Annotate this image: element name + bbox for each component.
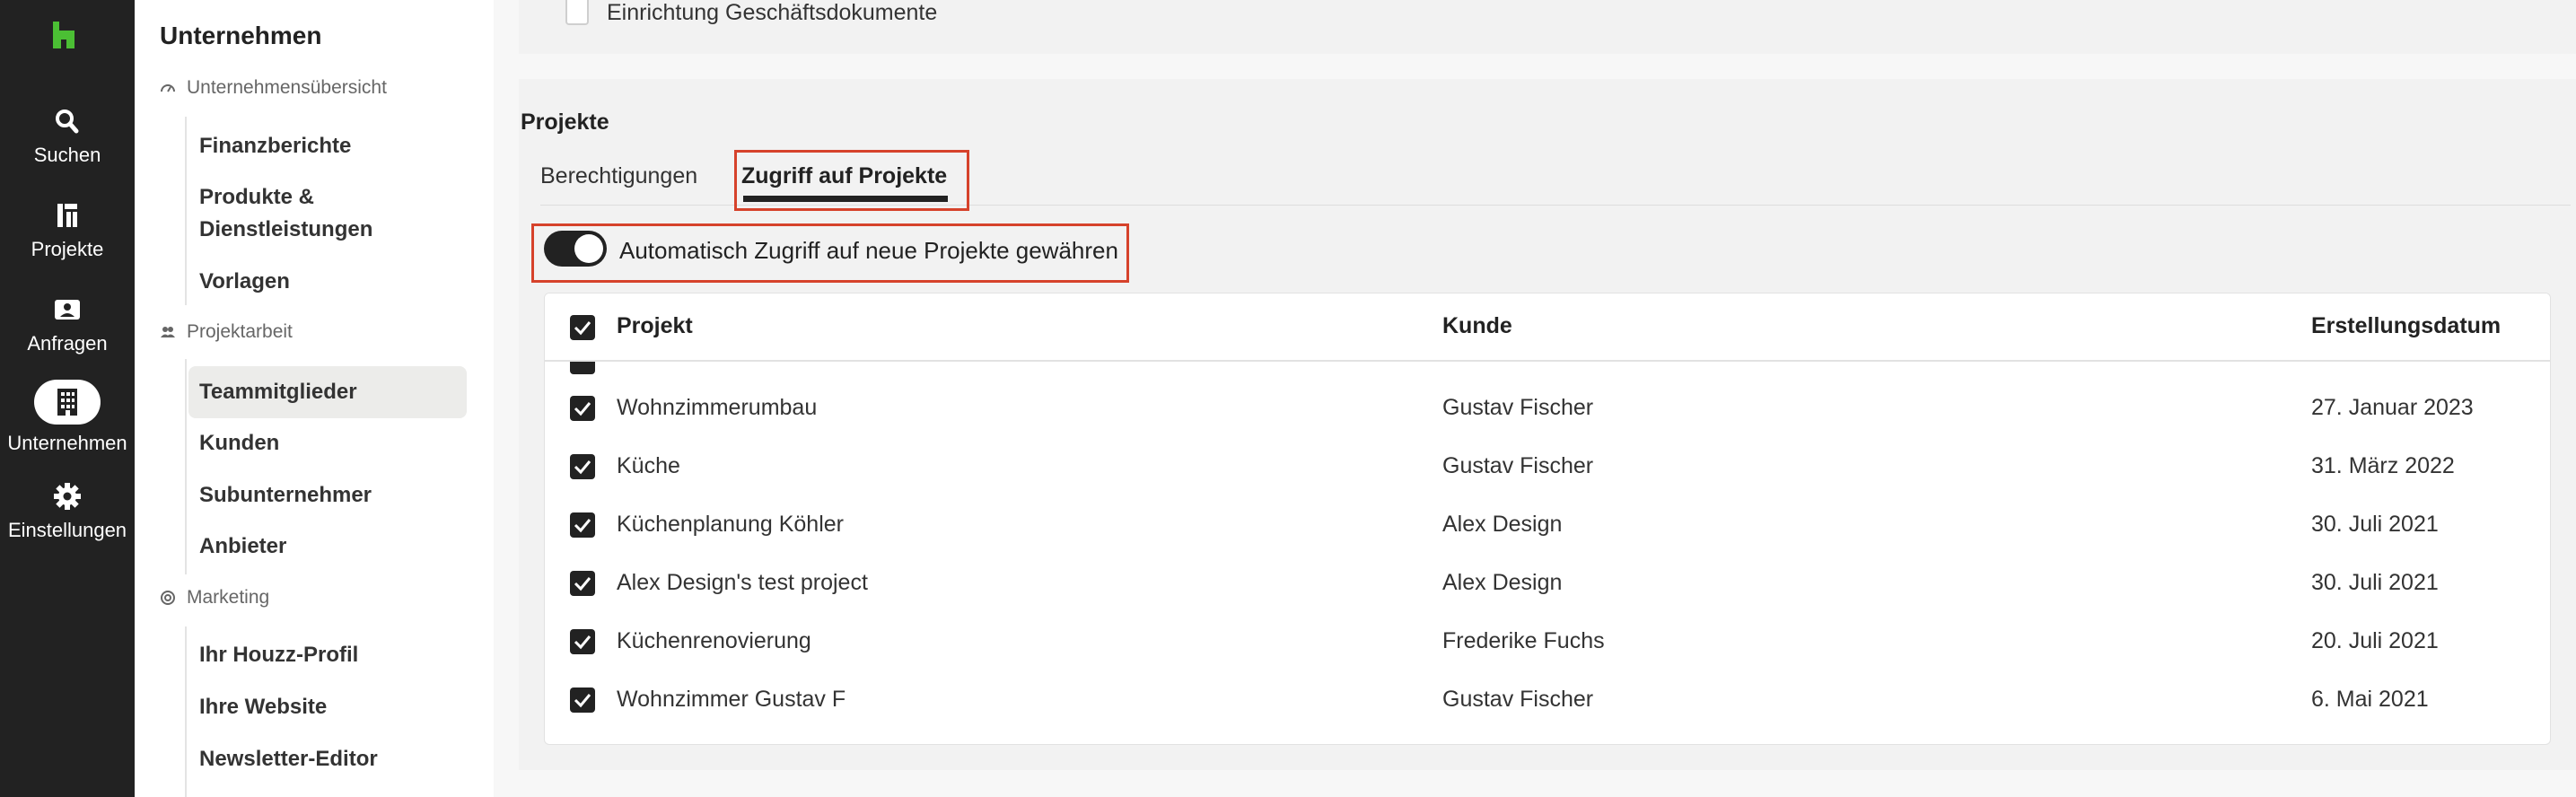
nav-item-team-members[interactable]: Teammitglieder	[188, 366, 467, 418]
rail-item-settings[interactable]: Einstellungen	[0, 481, 135, 542]
rail-label-projects: Projekte	[31, 238, 104, 260]
main-content: Einrichtung Geschäftsdokumente Projekte …	[494, 0, 2576, 797]
cell-project: Wohnzimmer Gustav F	[617, 687, 846, 712]
nav-item-newsletter[interactable]: Newsletter-Editor	[199, 743, 378, 775]
row-checkbox[interactable]	[570, 571, 595, 596]
row-checkbox[interactable]	[570, 396, 595, 421]
nav-section-label: Marketing	[187, 587, 270, 608]
row-checkbox[interactable]	[570, 362, 595, 374]
nav-item-vendors[interactable]: Anbieter	[199, 530, 286, 563]
tab-permissions[interactable]: Berechtigungen	[540, 163, 697, 189]
highlight-box-tab	[734, 150, 969, 211]
nav-item-houzz-profile[interactable]: Ihr Houzz-Profil	[199, 639, 358, 671]
cell-project: Alex Design's test project	[617, 570, 868, 595]
cell-date: 27. Januar 2023	[2311, 395, 2474, 420]
nav-item-financial-reports[interactable]: Finanzberichte	[199, 130, 351, 162]
checkmark-icon	[574, 577, 591, 591]
nav-section-label: Projektarbeit	[187, 321, 293, 342]
nav-title: Unternehmen	[160, 22, 322, 49]
company-nav: Unternehmen Unternehmensübersicht Finanz…	[135, 0, 494, 797]
cell-date: 20. Juli 2021	[2311, 628, 2439, 653]
nav-section-overview: Unternehmensübersicht	[160, 77, 387, 99]
checkmark-icon	[574, 694, 591, 708]
nav-section-marketing: Marketing	[160, 587, 269, 609]
table-row[interactable]: Küchenplanung Köhler Alex Design 30. Jul…	[545, 496, 2550, 555]
nav-item-products[interactable]: Produkte &	[199, 181, 314, 214]
rail-label-company: Unternehmen	[7, 432, 127, 454]
at-icon	[161, 591, 175, 605]
row-checkbox[interactable]	[570, 512, 595, 538]
nav-item-services[interactable]: Dienstleistungen	[199, 214, 372, 246]
dashboard-icon	[161, 84, 175, 92]
table-row[interactable]: Wohnzimmerumbau Gustav Fischer 27. Janua…	[545, 380, 2550, 438]
checkmark-icon	[574, 321, 591, 336]
checkmark-icon	[574, 635, 591, 650]
rail-item-projects[interactable]: Projekte	[0, 200, 135, 261]
rail-item-company[interactable]: Unternehmen	[0, 380, 135, 455]
cell-project: Küche	[617, 453, 680, 478]
nav-section-projectwork: Projektarbeit	[160, 321, 293, 343]
checkmark-icon	[574, 402, 591, 416]
checkmark-icon	[574, 460, 591, 475]
row-checkbox[interactable]	[570, 629, 595, 654]
nav-divider	[185, 117, 187, 305]
cell-client: Gustav Fischer	[1442, 453, 1594, 478]
row-checkbox[interactable]	[570, 688, 595, 713]
checkmark-icon	[574, 519, 591, 533]
highlight-box-toggle	[531, 223, 1129, 283]
table-header: Projekt Kunde Erstellungsdatum	[545, 293, 2550, 362]
business-docs-card: Einrichtung Geschäftsdokumente	[519, 0, 2576, 54]
rail-label-settings: Einstellungen	[7, 519, 127, 541]
nav-item-subcontractors[interactable]: Subunternehmer	[199, 479, 372, 512]
app-rail: Suchen Projekte Anfragen Unternehmen Ein…	[0, 0, 135, 797]
table-row[interactable]: Küchenrenovierung Frederike Fuchs 20. Ju…	[545, 613, 2550, 671]
rail-label-requests: Anfragen	[27, 332, 108, 355]
col-header-project[interactable]: Projekt	[617, 313, 693, 339]
nav-divider	[185, 359, 187, 574]
search-icon	[56, 109, 79, 134]
col-header-date[interactable]: Erstellungsdatum	[2311, 313, 2501, 339]
projects-table: Projekt Kunde Erstellungsdatum Wohnzimme…	[544, 293, 2551, 745]
nav-item-templates[interactable]: Vorlagen	[199, 266, 290, 298]
cell-client: Alex Design	[1442, 512, 1563, 537]
cell-date: 30. Juli 2021	[2311, 512, 2439, 537]
building-icon	[57, 389, 77, 416]
business-docs-checkbox[interactable]	[565, 0, 589, 25]
rail-label-search: Suchen	[33, 144, 101, 166]
cell-date: 6. Mai 2021	[2311, 687, 2429, 712]
nav-divider	[185, 626, 187, 797]
table-row[interactable]: Küche Gustav Fischer 31. März 2022	[545, 438, 2550, 496]
table-row-partial	[545, 362, 2550, 374]
nav-item-clients[interactable]: Kunden	[199, 427, 279, 460]
cell-date: 31. März 2022	[2311, 453, 2455, 478]
gear-icon	[54, 483, 81, 510]
cell-client: Gustav Fischer	[1442, 687, 1594, 712]
table-row[interactable]: Wohnzimmer Gustav F Gustav Fischer 6. Ma…	[545, 671, 2550, 730]
cell-client: Frederike Fuchs	[1442, 628, 1605, 653]
projects-title: Projekte	[521, 109, 609, 135]
nav-section-label: Unternehmensübersicht	[187, 77, 387, 98]
col-header-client[interactable]: Kunde	[1442, 313, 1512, 339]
nav-item-website[interactable]: Ihre Website	[199, 691, 327, 723]
row-checkbox[interactable]	[570, 454, 595, 479]
projects-icon	[57, 204, 77, 227]
cell-client: Gustav Fischer	[1442, 395, 1594, 420]
houzz-logo[interactable]	[51, 22, 76, 48]
select-all-checkbox[interactable]	[570, 315, 595, 340]
cell-project: Wohnzimmerumbau	[617, 395, 818, 420]
table-row[interactable]: Alex Design's test project Alex Design 3…	[545, 555, 2550, 613]
cell-date: 30. Juli 2021	[2311, 570, 2439, 595]
active-pill	[34, 380, 101, 425]
cell-project: Küchenplanung Köhler	[617, 512, 844, 537]
team-icon	[161, 327, 175, 337]
rail-item-requests[interactable]: Anfragen	[0, 294, 135, 355]
business-docs-label: Einrichtung Geschäftsdokumente	[607, 0, 938, 25]
inbox-icon	[55, 300, 80, 320]
cell-client: Alex Design	[1442, 570, 1563, 595]
rail-item-search[interactable]: Suchen	[0, 106, 135, 167]
cell-project: Küchenrenovierung	[617, 628, 811, 653]
